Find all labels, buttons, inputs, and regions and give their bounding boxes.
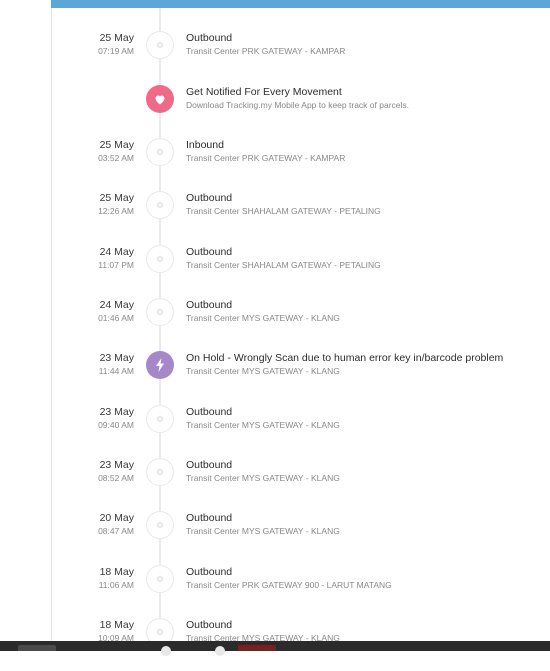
lightning-icon <box>146 351 174 379</box>
event-date: 18 May <box>99 566 134 578</box>
event-date: 25 May <box>99 32 134 44</box>
event-status: Outbound <box>186 192 233 204</box>
event-datetime: 25 May 07:19 AM <box>98 31 134 57</box>
timeline-event: 25 May 03:52 AM Inbound Transit Center P… <box>51 138 550 191</box>
event-location: Transit Center MYS GATEWAY - KLANG <box>186 473 340 483</box>
event-status: Outbound <box>186 619 233 631</box>
dot-icon <box>146 405 174 433</box>
event-date: 23 May <box>99 406 134 418</box>
event-date: 23 May <box>99 459 134 471</box>
event-location: Transit Center MYS GATEWAY - KLANG <box>186 526 340 536</box>
event-status: Outbound <box>186 246 233 258</box>
event-status: Outbound <box>186 459 233 471</box>
event-datetime: 24 May 01:46 AM <box>98 298 134 324</box>
event-date: 24 May <box>99 299 134 311</box>
event-date: 25 May <box>99 192 134 204</box>
event-time: 12:26 AM <box>98 206 134 216</box>
event-datetime: 20 May 08:47 AM <box>98 511 134 537</box>
heart-icon <box>146 85 174 113</box>
dot-icon <box>146 245 174 273</box>
event-location: Transit Center MYS GATEWAY - KLANG <box>186 420 340 430</box>
event-date: 23 May <box>99 352 134 364</box>
timeline-event: 23 May 09:40 AM Outbound Transit Center … <box>51 405 550 458</box>
event-status: Outbound <box>186 406 233 418</box>
event-date: 18 May <box>99 619 134 631</box>
event-time: 01:46 AM <box>98 313 134 323</box>
event-time: 08:47 AM <box>98 526 134 536</box>
taskbar-button[interactable] <box>18 645 56 651</box>
timeline-event: 24 May 01:46 AM Outbound Transit Center … <box>51 298 550 351</box>
timeline-event: 23 May 11:44 AM On Hold - Wrongly Scan d… <box>51 351 550 404</box>
app-promo[interactable]: Get Notified For Every Movement Download… <box>51 85 550 138</box>
event-time: 11:06 AM <box>98 580 134 590</box>
taskbar-circle-icon[interactable] <box>215 646 225 656</box>
event-datetime: 25 May 03:52 AM <box>98 138 134 164</box>
event-status: Inbound <box>186 139 224 151</box>
event-time: 11:07 PM <box>98 260 134 270</box>
dot-icon <box>146 565 174 593</box>
event-location: Transit Center PRK GATEWAY - KAMPAR <box>186 153 346 163</box>
event-datetime: 23 May 11:44 AM <box>99 351 134 377</box>
event-time: 03:52 AM <box>98 153 134 163</box>
event-datetime: 24 May 11:07 PM <box>98 245 134 271</box>
promo-title: Get Notified For Every Movement <box>186 86 342 98</box>
event-datetime: 18 May 11:06 AM <box>99 565 134 591</box>
event-datetime: 23 May 09:40 AM <box>98 405 134 431</box>
event-time: 07:19 AM <box>98 46 134 56</box>
event-location: Transit Center MYS GATEWAY - KLANG <box>186 366 340 376</box>
dot-icon <box>146 511 174 539</box>
event-location: Transit Center SHAHALAM GATEWAY - PETALI… <box>186 260 381 270</box>
taskbar-button[interactable] <box>238 645 276 651</box>
dot-icon <box>146 458 174 486</box>
event-status: Outbound <box>186 512 233 524</box>
dot-icon <box>146 138 174 166</box>
timeline-event: 24 May 11:07 PM Outbound Transit Center … <box>51 245 550 298</box>
timeline-event: 18 May 11:06 AM Outbound Transit Center … <box>51 565 550 618</box>
event-datetime: 25 May 12:26 AM <box>98 191 134 217</box>
event-status: Outbound <box>186 566 233 578</box>
event-location: Transit Center MYS GATEWAY - KLANG <box>186 313 340 323</box>
event-datetime: 23 May 08:52 AM <box>98 458 134 484</box>
event-location: Transit Center PRK GATEWAY 900 - LARUT M… <box>186 580 392 590</box>
timeline-event: 25 May 07:19 AM Outbound Transit Center … <box>51 31 550 84</box>
taskbar <box>0 641 550 656</box>
event-status: On Hold - Wrongly Scan due to human erro… <box>186 352 504 364</box>
event-time: 09:40 AM <box>98 420 134 430</box>
taskbar-circle-icon[interactable] <box>161 646 171 656</box>
event-time: 11:44 AM <box>98 366 134 376</box>
event-status: Outbound <box>186 32 233 44</box>
dot-icon <box>146 191 174 219</box>
dot-icon <box>146 298 174 326</box>
dot-icon <box>146 31 174 59</box>
timeline-event: 25 May 12:26 AM Outbound Transit Center … <box>51 191 550 244</box>
event-date: 24 May <box>99 246 134 258</box>
timeline-event: 23 May 08:52 AM Outbound Transit Center … <box>51 458 550 511</box>
timeline-event: 20 May 08:47 AM Outbound Transit Center … <box>51 511 550 564</box>
event-date: 25 May <box>99 139 134 151</box>
event-location: Transit Center SHAHALAM GATEWAY - PETALI… <box>186 206 381 216</box>
promo-subtitle: Download Tracking.my Mobile App to keep … <box>186 100 409 110</box>
event-date: 20 May <box>99 512 134 524</box>
event-time: 08:52 AM <box>98 473 134 483</box>
event-status: Outbound <box>186 299 233 311</box>
card-accent-bar <box>51 0 550 8</box>
event-location: Transit Center PRK GATEWAY - KAMPAR <box>186 46 346 56</box>
